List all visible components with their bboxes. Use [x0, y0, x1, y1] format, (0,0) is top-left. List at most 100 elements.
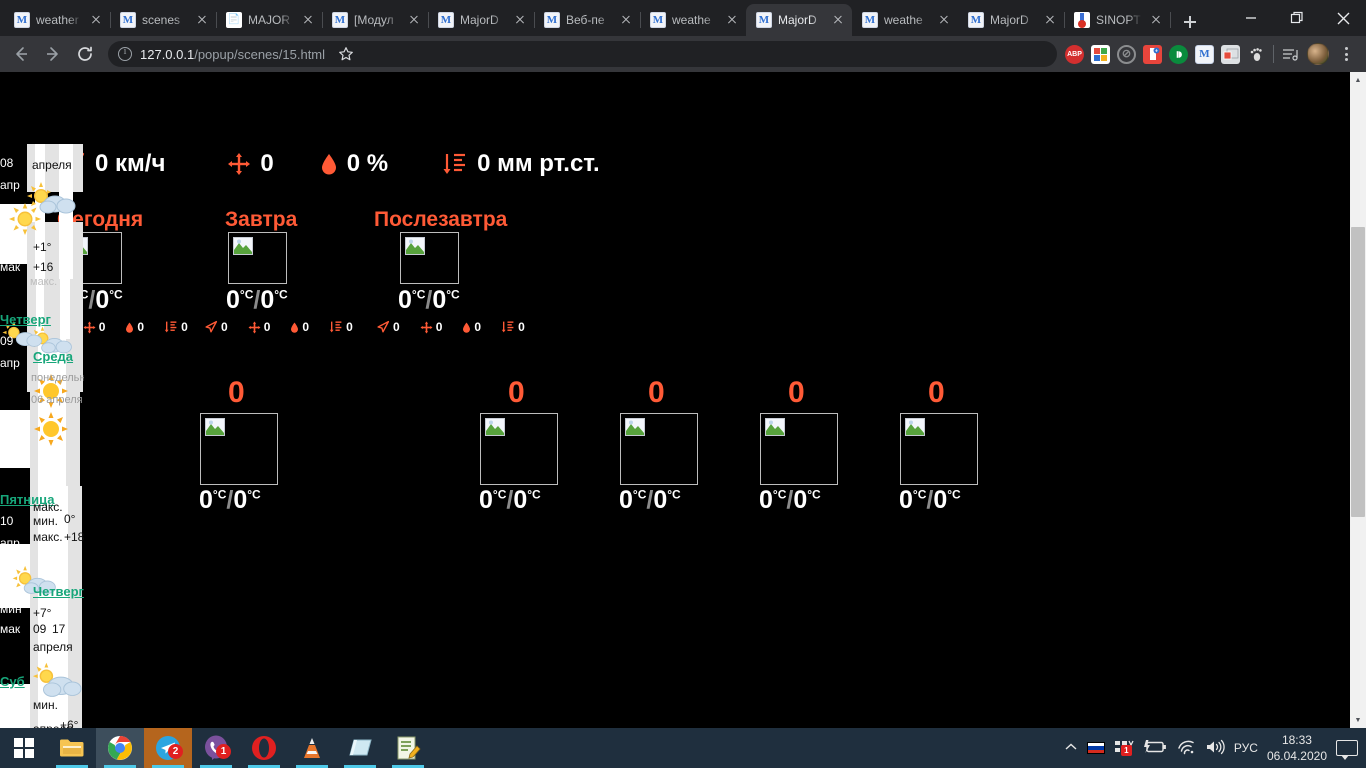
mini-value: 0: [302, 320, 310, 334]
disable-icon[interactable]: [1117, 44, 1136, 64]
unit: °C: [772, 487, 787, 502]
speaker-icon[interactable]: [1205, 739, 1225, 758]
notification-badge: 1: [216, 744, 231, 759]
adblock-plus-icon[interactable]: ABP: [1065, 44, 1084, 64]
vertical-scrollbar[interactable]: ▲ ▼: [1350, 72, 1366, 728]
opera-icon[interactable]: [240, 728, 288, 768]
window-controls: [1228, 0, 1366, 36]
browser-tab-8[interactable]: M weathe: [852, 4, 958, 36]
wifi-icon[interactable]: [1176, 739, 1196, 758]
wind-direction-icon: [248, 321, 261, 333]
browser-tab-4[interactable]: M MajorD: [428, 4, 535, 36]
major-icon[interactable]: M: [1195, 44, 1214, 64]
temp-night: 0: [513, 486, 528, 514]
pocket-book-icon[interactable]: +: [1143, 44, 1162, 64]
vlc-icon[interactable]: [288, 728, 336, 768]
home-icon[interactable]: [1091, 44, 1110, 64]
battery-charging-icon[interactable]: [1143, 739, 1167, 757]
back-button[interactable]: [6, 39, 36, 69]
close-icon[interactable]: [1148, 12, 1164, 28]
sidebar-max-label: мак: [0, 622, 21, 636]
metric-value: 0 %: [346, 150, 389, 177]
pocket-icon[interactable]: [1169, 44, 1188, 64]
windows-start-icon[interactable]: [0, 728, 48, 768]
humidity-drop-icon: [463, 322, 471, 333]
viber-icon[interactable]: 1: [192, 728, 240, 768]
restore-icon[interactable]: [1274, 0, 1320, 36]
new-tab-button[interactable]: [1176, 8, 1204, 36]
minimize-icon[interactable]: [1228, 0, 1274, 36]
bookmark-star-icon[interactable]: [333, 41, 359, 67]
browser-tab-5[interactable]: M Веб-пе: [534, 4, 641, 36]
browser-toolbar: 127.0.0.1/popup/scenes/15.html ABP + M: [0, 36, 1366, 72]
notifications-icon[interactable]: [1336, 740, 1358, 760]
close-icon[interactable]: [618, 12, 634, 28]
language-indicator[interactable]: РУС: [1234, 741, 1258, 755]
browser-tab-2[interactable]: 📄 MAJOR: [216, 4, 323, 36]
hour-temperatures: 0°C/0°C: [479, 486, 541, 514]
browser-tab-3[interactable]: M [Модул: [322, 4, 429, 36]
close-icon[interactable]: [1042, 12, 1058, 28]
close-icon[interactable]: [300, 12, 316, 28]
close-icon[interactable]: [88, 12, 104, 28]
mini-value: 0: [98, 320, 106, 334]
sidebar-max-label: макс.: [33, 500, 63, 514]
chrome-menu-icon[interactable]: [1336, 47, 1356, 61]
broken-image-icon: [405, 237, 425, 255]
reload-button[interactable]: [70, 39, 100, 69]
browser-tab-0[interactable]: M weather: [4, 4, 111, 36]
tab-title: weathe: [884, 13, 923, 27]
browser-tab-1[interactable]: M scenes: [110, 4, 217, 36]
close-icon[interactable]: [1320, 0, 1366, 36]
tray-badge: 1: [1120, 745, 1132, 756]
scroll-down-icon[interactable]: ▼: [1350, 712, 1366, 728]
sidebar-max-value: +16: [33, 260, 54, 274]
clock[interactable]: 18:33 06.04.2020: [1267, 732, 1327, 764]
sidebar-day-link-3[interactable]: Четверг: [33, 584, 84, 599]
temp-night: 0: [95, 286, 110, 314]
pressure-icon: [329, 321, 342, 333]
address-bar[interactable]: 127.0.0.1/popup/scenes/15.html: [108, 41, 1057, 67]
temp-day: 0: [199, 486, 213, 514]
profile-avatar[interactable]: [1307, 43, 1329, 65]
mini-wind-direction: 0: [248, 320, 270, 334]
weather-image-placeholder: [620, 413, 698, 485]
close-icon[interactable]: [512, 12, 528, 28]
info-circle-icon[interactable]: [118, 46, 132, 61]
forward-button[interactable]: [38, 39, 68, 69]
telegram-icon[interactable]: 2: [144, 728, 192, 768]
cast-icon[interactable]: [1221, 44, 1240, 64]
major-icon: M: [438, 12, 454, 28]
unit: °C: [247, 487, 261, 502]
scrollbar-thumb[interactable]: [1351, 227, 1365, 517]
browser-tab-6[interactable]: M weathe: [640, 4, 746, 36]
sidebar-day-link-0[interactable]: Четверг: [0, 312, 51, 327]
file-explorer-icon[interactable]: [48, 728, 96, 768]
close-icon[interactable]: [406, 12, 422, 28]
close-icon[interactable]: [936, 12, 952, 28]
notepad-icon[interactable]: [336, 728, 384, 768]
network-settings-icon[interactable]: 1: [1114, 739, 1134, 757]
unit: °C: [109, 287, 123, 302]
browser-tab-9[interactable]: M MajorD: [958, 4, 1065, 36]
browser-tab-7-active[interactable]: M MajorD: [746, 4, 852, 36]
close-icon[interactable]: [194, 12, 210, 28]
scroll-up-icon[interactable]: ▲: [1350, 72, 1366, 88]
close-icon[interactable]: [724, 12, 740, 28]
browser-tab-10[interactable]: SINOPT: [1064, 4, 1171, 36]
broken-image-icon: [205, 418, 225, 436]
editor-icon[interactable]: [384, 728, 432, 768]
google-chrome-icon[interactable]: [96, 728, 144, 768]
unit: °C: [492, 487, 507, 502]
sidebar-day-link-4[interactable]: Суб: [0, 674, 25, 689]
sidebar-day-link-1[interactable]: Среда: [33, 349, 73, 364]
unit: °C: [667, 487, 681, 502]
gnome-icon[interactable]: [1247, 45, 1266, 64]
russian-flag-icon[interactable]: [1086, 742, 1105, 754]
temp-night: 0: [260, 286, 275, 314]
close-icon[interactable]: [830, 12, 846, 28]
day-title-day-after: Послезавтра: [374, 208, 508, 231]
playlist-icon[interactable]: [1281, 45, 1300, 64]
svg-text:+: +: [1155, 48, 1158, 54]
chevron-up-icon[interactable]: [1064, 742, 1078, 755]
